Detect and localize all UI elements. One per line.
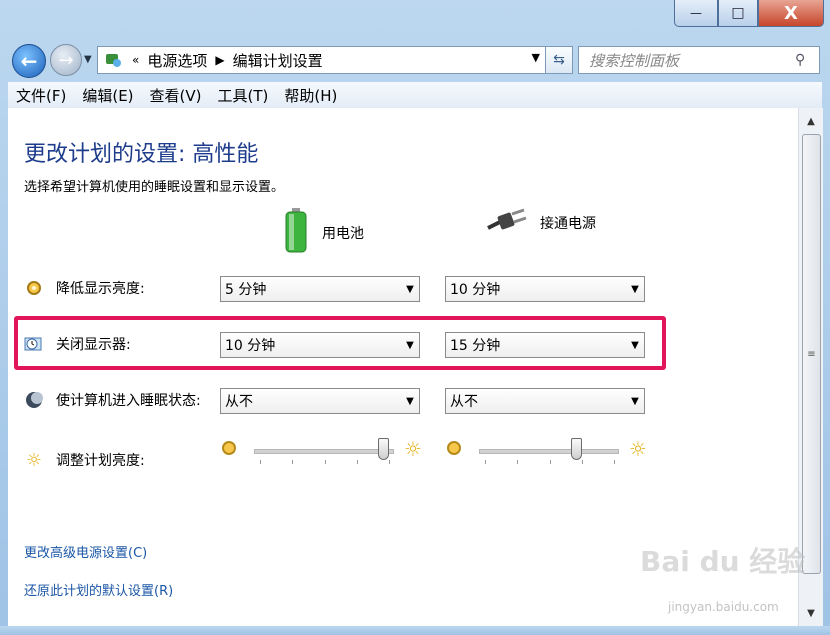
chevron-down-icon: ▼ bbox=[631, 339, 639, 351]
dim-display-row: 降低显示亮度: bbox=[24, 278, 145, 298]
chevron-down-icon: ▼ bbox=[406, 283, 414, 295]
breadcrumb-edit-plan[interactable]: 编辑计划设置 bbox=[233, 50, 323, 71]
moon-icon bbox=[24, 390, 44, 410]
back-arrow-icon: ← bbox=[20, 49, 38, 73]
breadcrumb-power-options[interactable]: 电源选项 bbox=[147, 50, 207, 71]
minimize-button[interactable]: — bbox=[674, 0, 718, 27]
dim-display-plugged-select[interactable]: 10 分钟 ▼ bbox=[445, 276, 645, 302]
chevron-down-icon: ▼ bbox=[631, 283, 639, 295]
slider-track bbox=[479, 449, 619, 454]
chevron-down-icon: ▼ bbox=[631, 395, 639, 407]
menu-view[interactable]: 查看(V) bbox=[142, 85, 210, 106]
breadcrumb-separator-icon[interactable]: ▶ bbox=[215, 53, 224, 67]
maximize-icon: □ bbox=[731, 5, 745, 21]
refresh-button[interactable]: ⇆ bbox=[545, 46, 573, 74]
battery-icon bbox=[284, 208, 308, 258]
restore-defaults-link[interactable]: 还原此计划的默认设置(R) bbox=[24, 580, 173, 599]
search-input[interactable]: 搜索控制面板 bbox=[589, 50, 795, 71]
sun-icon: ☼ bbox=[25, 449, 43, 471]
brightness-plugged-slider[interactable]: ☼ bbox=[447, 437, 652, 464]
window-bottom-frame bbox=[0, 626, 830, 635]
refresh-icon: ⇆ bbox=[553, 52, 565, 68]
dim-display-label: 降低显示亮度: bbox=[56, 281, 145, 297]
bright-sun-icon: ☼ bbox=[404, 437, 422, 461]
sleep-battery-select[interactable]: 从不 ▼ bbox=[220, 388, 420, 414]
close-button[interactable]: X bbox=[758, 0, 824, 27]
dim-sun-icon bbox=[222, 441, 236, 455]
sleep-plugged-select[interactable]: 从不 ▼ bbox=[445, 388, 645, 414]
sleep-row: 使计算机进入睡眠状态: bbox=[24, 390, 201, 410]
forward-arrow-icon: → bbox=[58, 49, 74, 71]
menu-edit[interactable]: 编辑(E) bbox=[74, 85, 141, 106]
chevron-down-icon: ▼ bbox=[406, 339, 414, 351]
display-clock-icon bbox=[24, 334, 44, 354]
caption-buttons: — □ X bbox=[674, 0, 824, 27]
sleep-plugged-value: 从不 bbox=[450, 394, 478, 410]
recent-pages-dropdown[interactable]: ▼ bbox=[84, 54, 92, 65]
forward-button[interactable]: → bbox=[50, 44, 82, 76]
chevron-down-icon: ▼ bbox=[406, 395, 414, 407]
address-dropdown-icon[interactable]: ▼ bbox=[532, 51, 540, 64]
scrollbar-thumb[interactable]: ≡ bbox=[802, 134, 821, 574]
watermark-url: jingyan.baidu.com bbox=[668, 600, 779, 614]
display-off-battery-select[interactable]: 10 分钟 ▼ bbox=[220, 332, 420, 358]
display-off-label: 关闭显示器: bbox=[56, 337, 131, 353]
back-button[interactable]: ← bbox=[12, 44, 46, 78]
menu-help[interactable]: 帮助(H) bbox=[276, 85, 345, 106]
display-off-plugged-value: 15 分钟 bbox=[450, 338, 501, 354]
scroll-up-button[interactable]: ▲ bbox=[799, 110, 823, 132]
plugged-column-label: 接通电源 bbox=[540, 216, 596, 232]
battery-column-label: 用电池 bbox=[322, 226, 364, 242]
advanced-settings-link[interactable]: 更改高级电源设置(C) bbox=[24, 542, 147, 561]
brightness-label: 调整计划亮度: bbox=[56, 453, 145, 469]
sleep-label: 使计算机进入睡眠状态: bbox=[56, 393, 201, 409]
maximize-button[interactable]: □ bbox=[718, 0, 758, 27]
breadcrumb-overflow[interactable]: « bbox=[132, 53, 139, 67]
battery-column-header: 用电池 bbox=[284, 208, 364, 258]
scroll-down-button[interactable]: ▼ bbox=[799, 602, 823, 624]
power-plug-icon bbox=[486, 208, 528, 238]
bright-sun-icon: ☼ bbox=[629, 437, 647, 461]
brightness-row: ☼ 调整计划亮度: bbox=[24, 449, 145, 471]
address-bar[interactable]: « 电源选项 ▶ 编辑计划设置 ▼ bbox=[97, 46, 547, 74]
dim-display-battery-select[interactable]: 5 分钟 ▼ bbox=[220, 276, 420, 302]
menu-tools[interactable]: 工具(T) bbox=[210, 85, 277, 106]
menu-file[interactable]: 文件(F) bbox=[8, 85, 74, 106]
slider-ticks bbox=[260, 460, 390, 464]
display-off-plugged-select[interactable]: 15 分钟 ▼ bbox=[445, 332, 645, 358]
dim-sun-icon bbox=[447, 441, 461, 455]
brightness-battery-slider[interactable]: ☼ bbox=[222, 437, 427, 464]
slider-ticks bbox=[485, 460, 615, 464]
display-off-battery-value: 10 分钟 bbox=[225, 338, 276, 354]
minimize-icon: — bbox=[690, 6, 702, 20]
slider-thumb[interactable] bbox=[378, 438, 389, 460]
menu-bar: 文件(F) 编辑(E) 查看(V) 工具(T) 帮助(H) bbox=[8, 82, 822, 109]
page-title: 更改计划的设置: 高性能 bbox=[24, 142, 259, 167]
plugged-column-header: 接通电源 bbox=[486, 208, 596, 238]
dim-display-battery-value: 5 分钟 bbox=[225, 282, 267, 298]
page-description: 选择希望计算机使用的睡眠设置和显示设置。 bbox=[24, 180, 285, 195]
display-off-row: 关闭显示器: bbox=[24, 334, 131, 354]
sleep-battery-value: 从不 bbox=[225, 394, 253, 410]
close-icon: X bbox=[784, 2, 798, 24]
control-panel-icon bbox=[102, 51, 124, 69]
watermark-logo: Bai du 经验 bbox=[640, 545, 806, 578]
search-icon[interactable]: ⚲ bbox=[795, 52, 819, 68]
navigation-bar: ← → ▼ « 电源选项 ▶ 编辑计划设置 ▼ ⇆ 搜索控制面板 ⚲ bbox=[0, 38, 830, 80]
power-plan-window: — □ X ← → ▼ « 电源选项 ▶ 编辑计划设置 ▼ ⇆ 搜索控制面板 ⚲… bbox=[0, 0, 830, 635]
slider-track bbox=[254, 449, 394, 454]
slider-thumb[interactable] bbox=[570, 438, 582, 460]
dim-display-plugged-value: 10 分钟 bbox=[450, 282, 501, 298]
search-box[interactable]: 搜索控制面板 ⚲ bbox=[578, 46, 820, 74]
dim-brightness-icon bbox=[24, 278, 44, 298]
